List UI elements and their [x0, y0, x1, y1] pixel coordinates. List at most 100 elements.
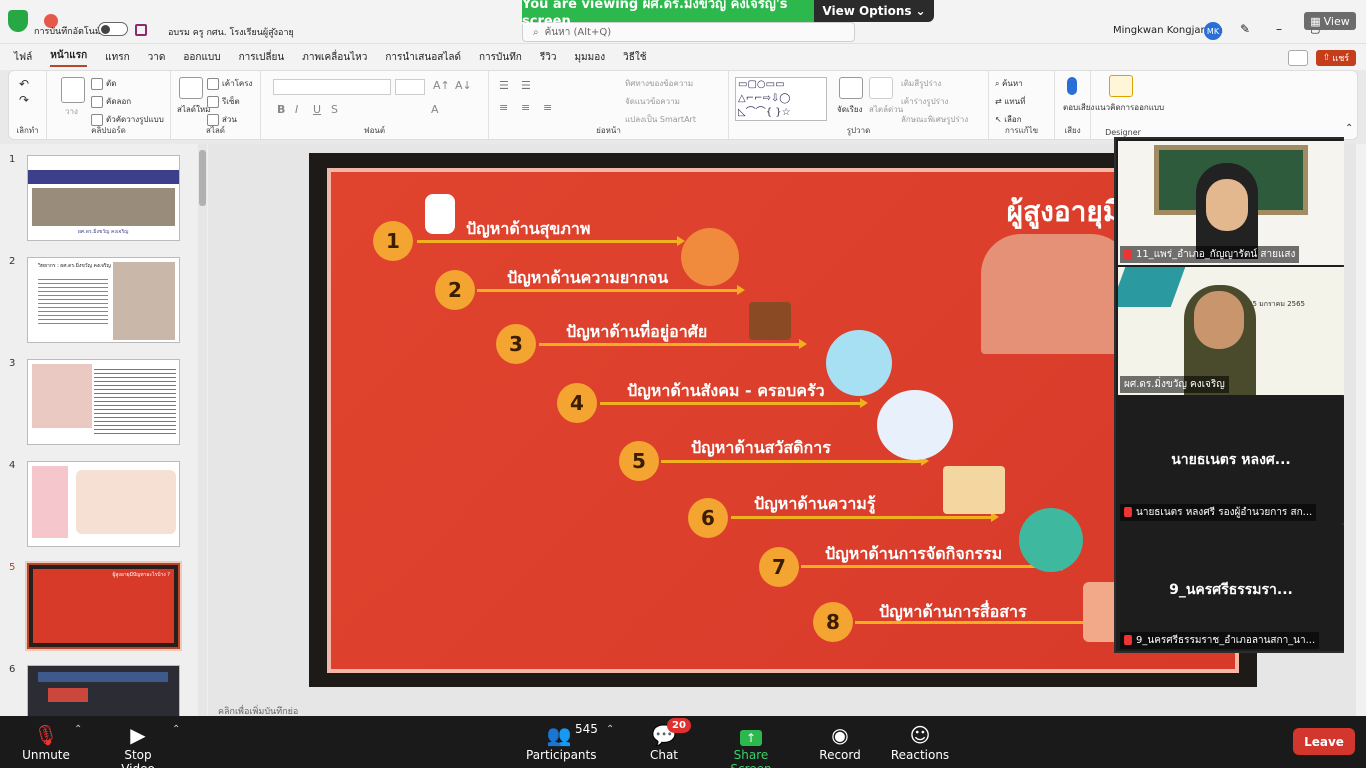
- tab-design[interactable]: ออกแบบ: [183, 50, 220, 65]
- share-screen-button[interactable]: ↑ Share Screen: [714, 722, 788, 768]
- slide-thumbnail-1[interactable]: ผศ.ดร.มิ่งขวัญ คงเจริญ: [27, 155, 180, 241]
- font-size-select[interactable]: [395, 79, 425, 95]
- video-tile[interactable]: 9_นครศรีธรรมรา... 9_นครศรีธรรมราช_อำเภอล…: [1118, 525, 1344, 651]
- slide-thumbnail-4[interactable]: [27, 461, 180, 547]
- reactions-button[interactable]: ☺ Reactions: [890, 722, 950, 762]
- arrange-icon[interactable]: [839, 77, 863, 99]
- zoom-viewing-banner: You are viewing ผศ.ดร.มิ่งขวัญ คงเจริญ's…: [522, 0, 814, 29]
- slide-thumbnails-pane: 1 ผศ.ดร.มิ่งขวัญ คงเจริญ 2 วิทยากร : ผศ.…: [0, 144, 208, 751]
- view-options-button[interactable]: View Options ⌄: [814, 0, 934, 22]
- slide-thumbnail-3[interactable]: [27, 359, 180, 445]
- thumbnails-scrollbar[interactable]: [198, 144, 207, 716]
- find-button[interactable]: ⌕ ค้นหา: [995, 77, 1023, 90]
- reset-button[interactable]: รีเซ็ต: [207, 95, 240, 108]
- voice-group: ตอบเสียง เสียง: [1055, 71, 1094, 139]
- participant-display-name: นายธเนตร หลงศ...: [1171, 452, 1291, 468]
- text-direction-button[interactable]: ทิศทางของข้อความ: [625, 77, 693, 90]
- shapes-gallery[interactable]: ▭▢○▭▭ △⌐⌐⇨⇩◯ ◺⌒⌒{ }☆: [735, 77, 827, 121]
- new-slide-button[interactable]: สไลด์ใหม่: [177, 103, 210, 116]
- paste-label[interactable]: วาง: [65, 105, 78, 118]
- tab-transitions[interactable]: การเปลี่ยน: [239, 50, 285, 65]
- design-ideas-button[interactable]: แนวคิดการออกแบบ: [1095, 101, 1164, 114]
- smiley-icon: ☺: [909, 723, 931, 747]
- tab-review[interactable]: รีวิว: [540, 50, 557, 65]
- redo-icon[interactable]: ↷: [19, 93, 29, 107]
- font-color-icon[interactable]: A: [431, 103, 439, 116]
- drawing-label: รูปวาด: [846, 126, 871, 135]
- slide-content: ผู้สูงอายุมีปัญหาอะไ 1 ปัญหาด้านสุขภาพ 2…: [327, 168, 1243, 673]
- muted-microphone-icon: 🎙: [33, 723, 59, 747]
- thumbnails-scroll-handle[interactable]: [199, 150, 206, 206]
- welfare-officer-icon: [877, 390, 953, 460]
- item-number: 8: [813, 602, 853, 642]
- replace-button[interactable]: ⇄ แทนที่: [995, 95, 1025, 108]
- bullets-icon[interactable]: ☰: [499, 79, 509, 92]
- tab-file[interactable]: ไฟล์: [14, 50, 32, 65]
- designer-icon[interactable]: [1109, 75, 1133, 97]
- shrink-font-icon[interactable]: A↓: [455, 79, 472, 92]
- video-tile[interactable]: นายธเนตร หลงศ... นายธเนตร หลงศรี รองผู้อ…: [1118, 397, 1344, 523]
- record-button[interactable]: ◉ Record: [816, 722, 864, 762]
- tab-insert[interactable]: แทรก: [105, 50, 129, 65]
- align-right-icon[interactable]: ≡: [543, 101, 552, 114]
- chevron-up-icon[interactable]: ⌃: [1345, 123, 1353, 134]
- tab-draw[interactable]: วาด: [148, 50, 166, 65]
- tab-view[interactable]: มุมมอง: [574, 50, 605, 65]
- align-left-icon[interactable]: ≡: [499, 101, 508, 114]
- arrange-button[interactable]: จัดเรียง: [837, 103, 863, 116]
- underline-icon[interactable]: U: [313, 103, 321, 116]
- undo-icon[interactable]: ↶: [19, 77, 29, 91]
- leave-button[interactable]: Leave: [1293, 728, 1355, 755]
- cut-button[interactable]: ตัด: [91, 77, 116, 90]
- shape-fill-button[interactable]: เติมสีรูปร่าง: [901, 77, 941, 90]
- minimize-icon[interactable]: –: [1276, 22, 1282, 36]
- tab-home[interactable]: หน้าแรก: [50, 48, 88, 67]
- font-name-select[interactable]: [273, 79, 391, 95]
- stop-video-button[interactable]: ▶ Stop Video: [106, 722, 170, 768]
- share-button[interactable]: ⇧ แชร์: [1316, 50, 1356, 66]
- chevron-up-icon[interactable]: ⌃: [606, 724, 614, 735]
- slide-thumbnail-2[interactable]: วิทยากร : ผศ.ดร.มิ่งขวัญ คงเจริญ: [27, 257, 180, 343]
- numbering-icon[interactable]: ☰: [521, 79, 531, 92]
- canvas-scrollbar[interactable]: [1356, 144, 1366, 716]
- comments-icon[interactable]: [1288, 50, 1308, 66]
- avatar[interactable]: MK: [1204, 22, 1222, 40]
- save-icon[interactable]: [135, 24, 147, 36]
- slide-item: ปัญหาด้านการจัดกิจกรรม: [825, 544, 1003, 563]
- item-number: 4: [557, 383, 597, 423]
- video-tile-active-speaker[interactable]: 25 มกราคม 2565 ผศ.ดร.มิ่งขวัญ คงเจริญ: [1118, 267, 1344, 395]
- video-tile[interactable]: 11_แพร่_อำเภอ_กัญญารัตน์ สายแสง: [1118, 141, 1344, 265]
- autosave-toggle[interactable]: [98, 22, 128, 36]
- tab-slideshow[interactable]: การนำเสนอสไลด์: [385, 50, 461, 65]
- dictate-button[interactable]: ตอบเสียง: [1063, 101, 1094, 114]
- tab-help[interactable]: วิธีใช้: [623, 50, 646, 65]
- chevron-up-icon[interactable]: ⌃: [172, 724, 180, 735]
- item-number: 1: [373, 221, 413, 261]
- zoom-view-button[interactable]: ▦ View: [1304, 12, 1356, 30]
- quick-styles-icon[interactable]: [869, 77, 893, 99]
- slide-thumbnail-5[interactable]: ผู้สูงอายุมีปัญหาอะไรบ้าง ?: [25, 561, 182, 651]
- strikethrough-icon[interactable]: S: [331, 103, 338, 116]
- paste-icon[interactable]: [61, 77, 85, 103]
- layout-button[interactable]: เค้าโครง: [207, 77, 252, 90]
- slide-item: ปัญหาด้านสวัสดิการ: [691, 438, 831, 457]
- grow-font-icon[interactable]: A↑: [433, 79, 450, 92]
- chevron-down-icon[interactable]: ⌄: [270, 23, 278, 33]
- nurse-icon: [425, 194, 455, 234]
- chevron-up-icon[interactable]: ⌃: [74, 724, 82, 735]
- shape-outline-button[interactable]: เค้าร่างรูปร่าง: [901, 95, 948, 108]
- microphone-icon[interactable]: [1067, 77, 1077, 95]
- tab-record[interactable]: การบันทึก: [479, 50, 522, 65]
- quick-styles-button[interactable]: สไตล์ด่วน: [869, 103, 903, 116]
- pen-icon[interactable]: ✎: [1240, 22, 1250, 36]
- align-text-button[interactable]: จัดแนวข้อความ: [625, 95, 680, 108]
- notes-placeholder[interactable]: คลิกเพื่อเพิ่มบันทึกย่อ: [208, 704, 1108, 717]
- copy-button[interactable]: คัดลอก: [91, 95, 131, 108]
- new-slide-icon[interactable]: [179, 77, 203, 99]
- unmute-button[interactable]: 🎙 Unmute: [20, 722, 72, 762]
- slide-number: 3: [9, 358, 16, 369]
- italic-icon[interactable]: I: [295, 103, 298, 116]
- bold-icon[interactable]: B: [277, 103, 285, 116]
- tab-animations[interactable]: ภาพเคลื่อนไหว: [302, 50, 367, 65]
- align-center-icon[interactable]: ≡: [521, 101, 530, 114]
